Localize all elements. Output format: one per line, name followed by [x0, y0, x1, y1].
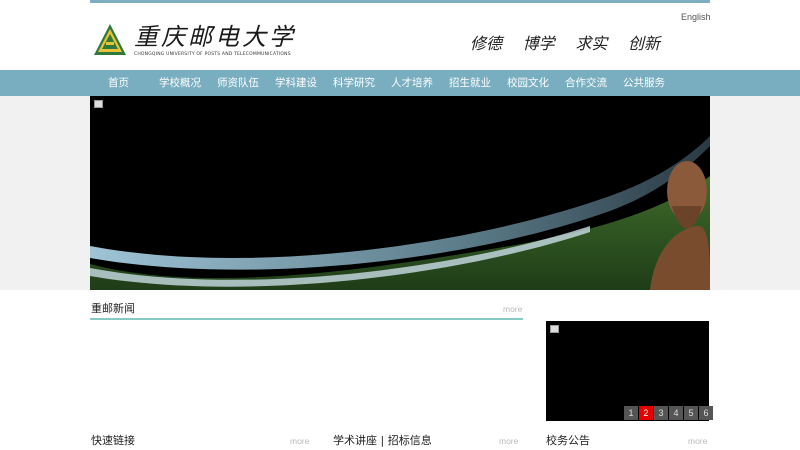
- main-navigation: 首页 学校概况 师资队伍 学科建设 科学研究 人才培养 招生就业 校园文化 合作…: [0, 70, 800, 96]
- slider-page-button[interactable]: 5: [684, 406, 698, 420]
- slider-page-button[interactable]: 4: [669, 406, 683, 420]
- banner-area: [0, 96, 800, 290]
- nav-item-campus-culture[interactable]: 校园文化: [499, 70, 557, 96]
- motto-word: 创新: [627, 34, 660, 53]
- motto-word: 求实: [575, 34, 608, 53]
- university-name-en: CHONGQING UNIVERSITY OF POSTS AND TELECO…: [134, 52, 291, 57]
- lectures-title[interactable]: 学术讲座 | 招标信息: [333, 432, 432, 448]
- nav-item-disciplines[interactable]: 学科建设: [267, 70, 325, 96]
- university-emblem-icon[interactable]: [92, 22, 128, 58]
- nav-item-admissions[interactable]: 招生就业: [441, 70, 499, 96]
- motto-word: 博学: [522, 34, 555, 53]
- banner-image[interactable]: [90, 96, 710, 290]
- nav-item-cooperation[interactable]: 合作交流: [557, 70, 615, 96]
- lectures-more-link[interactable]: more: [499, 436, 518, 446]
- nav-item-home[interactable]: 首页: [96, 70, 151, 96]
- quick-links-title[interactable]: 快速链接: [91, 432, 135, 448]
- slider-page-button-active[interactable]: 2: [639, 406, 653, 420]
- nav-item-about[interactable]: 学校概况: [151, 70, 209, 96]
- motto-word: 修德: [470, 34, 503, 53]
- image-placeholder-icon: [550, 325, 559, 333]
- nav-item-faculty[interactable]: 师资队伍: [209, 70, 267, 96]
- nav-item-research[interactable]: 科学研究: [325, 70, 383, 96]
- image-placeholder-icon: [94, 100, 103, 108]
- affairs-title[interactable]: 校务公告: [546, 432, 590, 448]
- slider-page-button[interactable]: 6: [699, 406, 713, 420]
- slider-pager: 1 2 3 4 5 6: [624, 406, 714, 420]
- nav-item-education[interactable]: 人才培养: [383, 70, 441, 96]
- news-title-underline: [90, 318, 523, 320]
- affairs-more-link[interactable]: more: [688, 436, 707, 446]
- slider-page-button[interactable]: 3: [654, 406, 668, 420]
- university-name-cn[interactable]: 重庆邮电大学: [134, 17, 296, 52]
- university-motto: 修德 博学 求实 创新: [470, 30, 660, 54]
- nav-item-public-service[interactable]: 公共服务: [615, 70, 673, 96]
- slider-page-button[interactable]: 1: [624, 406, 638, 420]
- english-version-link[interactable]: English: [681, 12, 711, 22]
- quick-links-more-link[interactable]: more: [290, 436, 309, 446]
- news-section-title[interactable]: 重邮新闻: [91, 300, 135, 316]
- banner-artwork: [90, 136, 710, 290]
- site-header: 重庆邮电大学 CHONGQING UNIVERSITY OF POSTS AND…: [0, 3, 800, 70]
- news-more-link[interactable]: more: [503, 304, 522, 314]
